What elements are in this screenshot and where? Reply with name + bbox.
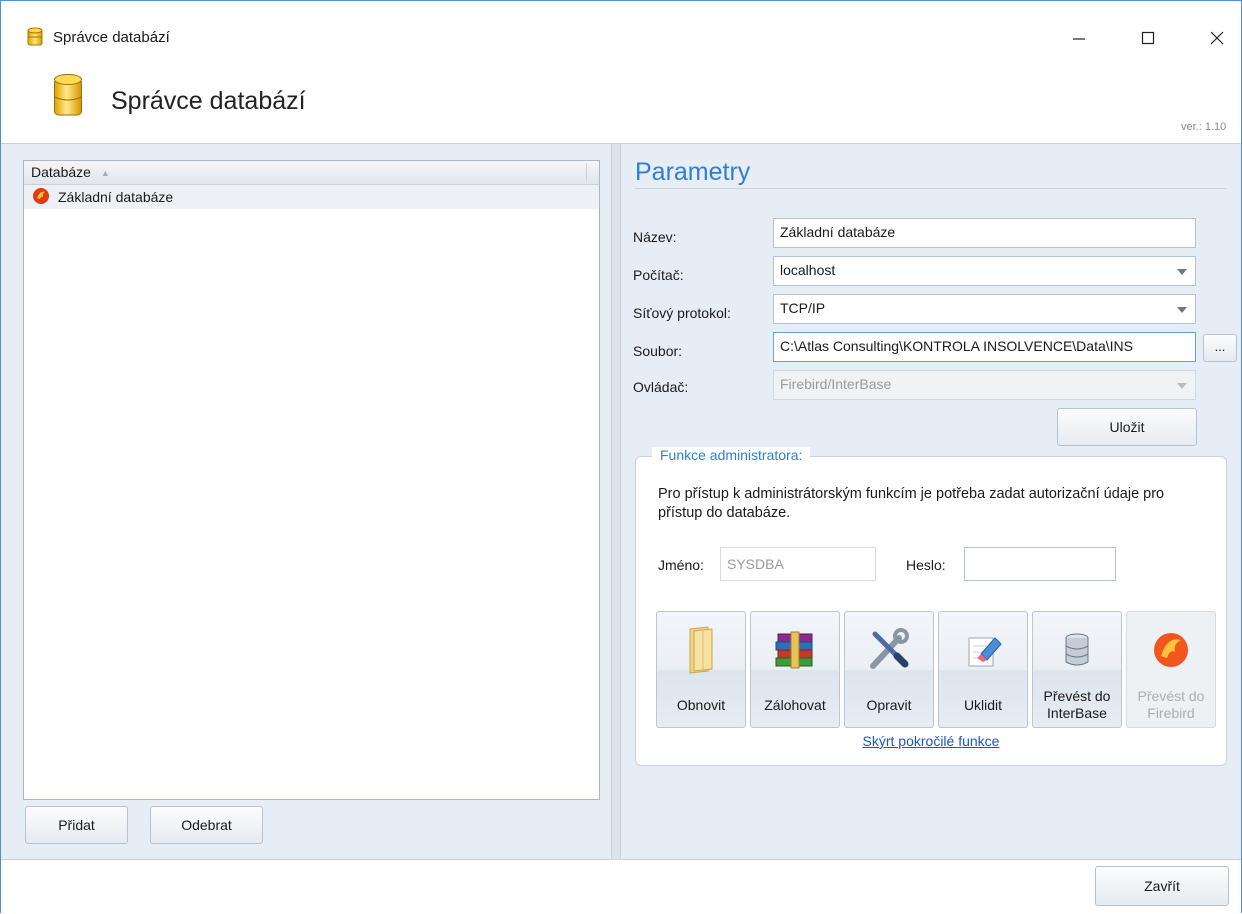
list-item-label: Základní databáze: [58, 189, 174, 205]
column-separator[interactable]: [586, 163, 587, 181]
chevron-down-icon[interactable]: [1177, 307, 1187, 313]
maximize-button[interactable]: [1125, 15, 1171, 61]
add-button[interactable]: Přidat: [25, 806, 128, 844]
save-button[interactable]: Uložit: [1057, 408, 1197, 446]
backup-button[interactable]: Zálohovat: [750, 611, 840, 728]
repair-button[interactable]: Opravit: [844, 611, 934, 728]
chevron-down-icon: [1177, 383, 1187, 389]
user-value: SYSDBA: [727, 556, 784, 572]
convert-to-firebird-button: Převést do Firebird: [1126, 611, 1216, 728]
protocol-select[interactable]: TCP/IP: [773, 294, 1196, 324]
remove-button[interactable]: Odebrat: [150, 806, 263, 844]
admin-functions-group: Funkce administratora: Pro přístup k adm…: [635, 447, 1227, 766]
close-icon: [1210, 31, 1224, 45]
protocol-label: Síťový protokol:: [633, 305, 731, 321]
database-list[interactable]: Databáze ▲ Základní databáze: [23, 160, 600, 800]
database-list-panel: Databáze ▲ Základní databáze Přidat Odeb…: [13, 152, 607, 852]
app-header: Správce databází ver.: 1.10: [1, 63, 1241, 143]
close-window-button[interactable]: [1194, 15, 1240, 61]
title-bar: Správce databází: [1, 1, 1241, 63]
content-area: Databáze ▲ Základní databáze Přidat Odeb…: [1, 143, 1241, 860]
name-label: Název:: [633, 229, 677, 245]
database-icon: [27, 27, 43, 51]
tools-icon: [845, 622, 933, 678]
title-divider: [635, 188, 1227, 189]
firebird-icon: [32, 187, 50, 208]
parameters-panel: Parametry Název: Základní databáze Počít…: [621, 144, 1241, 860]
admin-info-text: Pro přístup k administrátorským funkcím …: [658, 486, 1165, 521]
convert-to-interbase-label: Převést do InterBase: [1043, 688, 1111, 721]
convert-to-firebird-label: Převést do Firebird: [1137, 688, 1205, 721]
driver-label: Ovládač:: [633, 379, 689, 395]
user-field: SYSDBA: [720, 547, 876, 581]
backup-label: Zálohovat: [764, 696, 826, 713]
password-label: Heslo:: [906, 557, 946, 573]
window-title: Správce databází: [53, 29, 170, 46]
password-field[interactable]: [964, 547, 1116, 581]
protocol-value: TCP/IP: [780, 300, 826, 316]
panel-splitter[interactable]: [611, 144, 621, 860]
database-icon: [1033, 622, 1121, 678]
driver-value: Firebird/InterBase: [780, 376, 892, 392]
restore-label: Obnovit: [676, 696, 726, 713]
folder-icon: [657, 622, 745, 678]
version-label: ver.: 1.10: [1181, 121, 1227, 133]
close-button[interactable]: Zavřít: [1095, 866, 1229, 906]
browse-button[interactable]: ...: [1203, 334, 1237, 362]
name-value: Základní databáze: [780, 224, 896, 240]
column-header-label: Databáze: [31, 164, 91, 180]
chevron-down-icon[interactable]: [1177, 269, 1187, 275]
footer-bar: Zavřít: [1, 859, 1241, 914]
sort-ascending-icon: ▲: [100, 168, 110, 179]
header-title: Správce databází: [111, 87, 306, 115]
user-label: Jméno:: [658, 557, 704, 573]
parameters-title: Parametry: [635, 158, 751, 186]
file-label: Soubor:: [633, 343, 683, 359]
maximize-icon: [1141, 31, 1155, 45]
eraser-icon: [939, 622, 1027, 678]
computer-value: localhost: [780, 262, 836, 278]
restore-button[interactable]: Obnovit: [656, 611, 746, 728]
minimize-button[interactable]: [1056, 15, 1102, 61]
column-header-database[interactable]: Databáze ▲: [24, 161, 599, 185]
repair-label: Opravit: [866, 696, 912, 713]
main-window: Správce databází Správce databází ver.: …: [0, 0, 1242, 914]
file-value: C:\Atlas Consulting\KONTROLA INSOLVENCE\…: [780, 338, 1133, 354]
admin-group-legend: Funkce administratora:: [652, 447, 811, 463]
hide-advanced-link[interactable]: Skýrt pokročilé funkce: [636, 733, 1226, 749]
computer-select[interactable]: localhost: [773, 256, 1196, 286]
archive-books-icon: [751, 622, 839, 678]
convert-to-interbase-button[interactable]: Převést do InterBase: [1032, 611, 1122, 728]
firebird-icon: [1127, 622, 1215, 678]
driver-select: Firebird/InterBase: [773, 370, 1196, 400]
computer-label: Počítač:: [633, 267, 684, 283]
file-field[interactable]: C:\Atlas Consulting\KONTROLA INSOLVENCE\…: [773, 332, 1196, 362]
database-large-icon: [53, 73, 83, 123]
minimize-icon: [1073, 38, 1085, 40]
cleanup-button[interactable]: Uklidit: [938, 611, 1028, 728]
cleanup-label: Uklidit: [963, 696, 1003, 713]
list-item[interactable]: Základní databáze: [24, 185, 599, 209]
name-field[interactable]: Základní databáze: [773, 218, 1196, 248]
